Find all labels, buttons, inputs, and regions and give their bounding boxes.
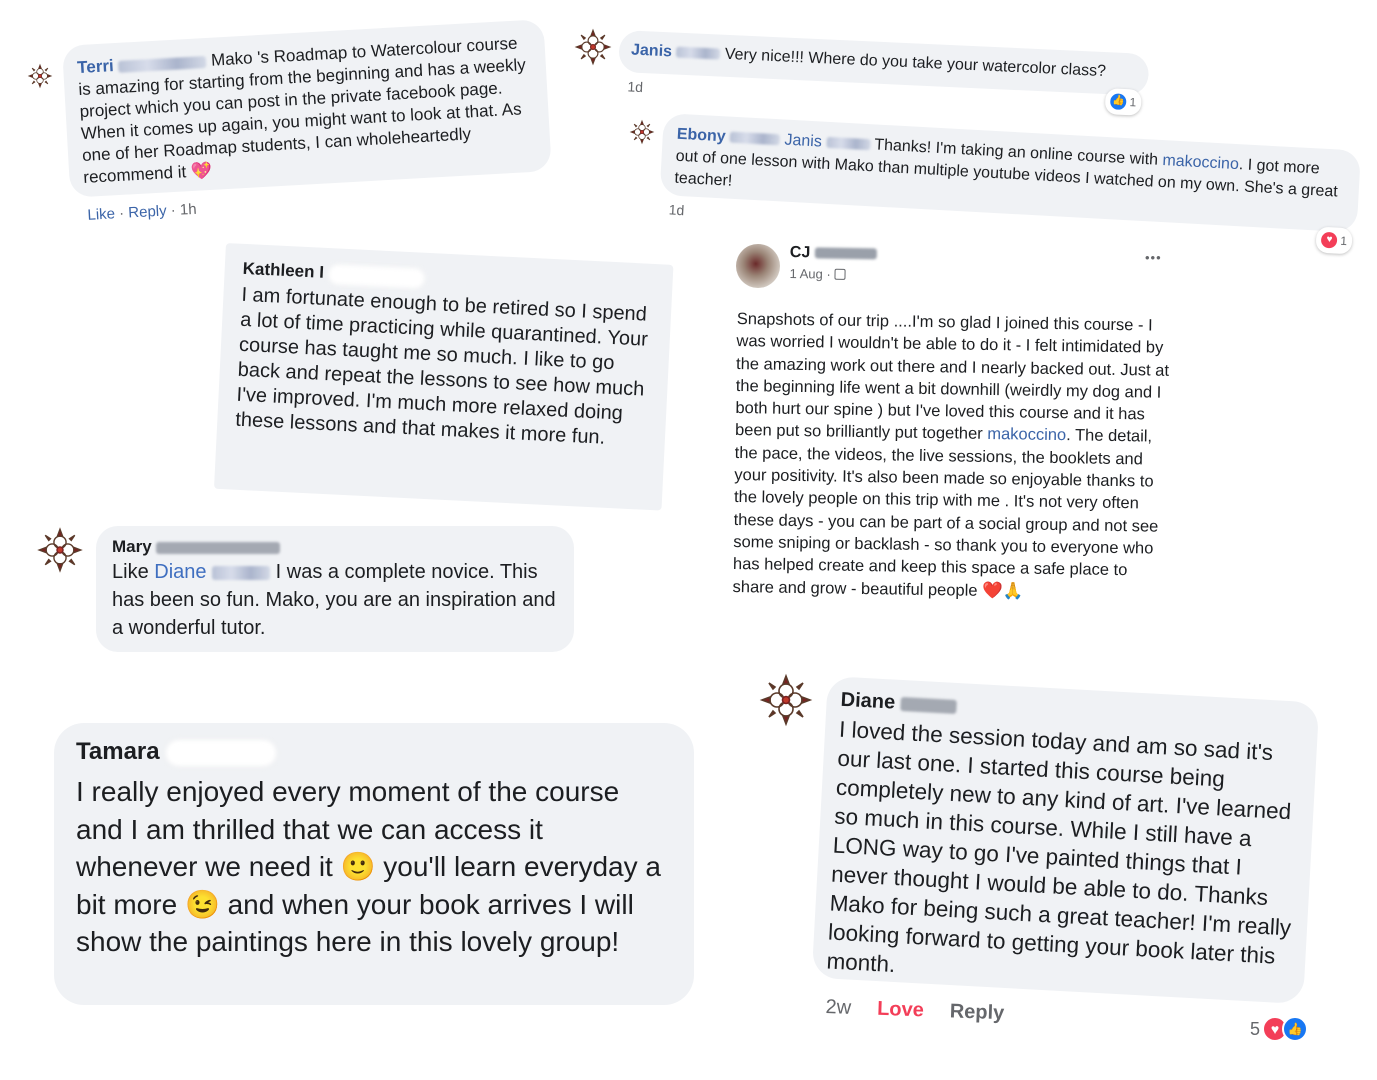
tagged-user[interactable]: Janis bbox=[784, 132, 822, 151]
comment-text: Very nice!!! Where do you take your wate… bbox=[724, 45, 1107, 81]
timestamp[interactable]: 2w bbox=[825, 996, 851, 1019]
comment-text: Mako 's Roadmap to Watercolour course is… bbox=[77, 33, 527, 187]
timestamp[interactable]: 1 Aug · bbox=[789, 266, 830, 282]
comment-text: I am fortunate enough to be retired so I… bbox=[234, 283, 649, 449]
timestamp[interactable]: 1h bbox=[179, 201, 197, 219]
post-text: Snapshots of our trip ....I'm so glad I … bbox=[734, 309, 1170, 444]
avatar-flower-icon[interactable] bbox=[756, 670, 816, 730]
blurred-surname bbox=[118, 55, 207, 73]
author-name[interactable]: Terri bbox=[77, 56, 115, 77]
heart-emoji-icon: 💖 bbox=[190, 160, 213, 181]
more-options-icon[interactable]: ••• bbox=[1145, 250, 1162, 265]
avatar-flower-icon[interactable] bbox=[26, 62, 54, 90]
comment-bubble: Mary Like Diane I was a complete novice.… bbox=[96, 526, 574, 652]
author-name[interactable]: Janis bbox=[631, 42, 673, 61]
wink-emoji-icon: 😉 bbox=[184, 888, 220, 920]
heart-pray-emoji-icon: ❤️🙏 bbox=[981, 581, 1024, 601]
blurred-surname bbox=[825, 137, 871, 151]
author-name[interactable]: Kathleen I bbox=[242, 259, 324, 282]
author-name[interactable]: Mary bbox=[112, 537, 152, 556]
blurred-surname bbox=[212, 565, 271, 580]
love-link[interactable]: Love bbox=[877, 998, 924, 1022]
reaction-badge[interactable]: ♥ 1 bbox=[1315, 226, 1353, 255]
comment-bubble: Kathleen I I am fortunate enough to be r… bbox=[213, 243, 674, 511]
heart-icon: ♥ bbox=[1320, 231, 1338, 249]
blurred-surname bbox=[814, 247, 877, 260]
blurred-surname bbox=[328, 263, 425, 289]
blurred-surname bbox=[729, 131, 781, 146]
reply-link[interactable]: Reply bbox=[949, 1000, 1004, 1024]
avatar-flower-icon[interactable] bbox=[34, 524, 86, 576]
blurred-surname bbox=[166, 739, 277, 766]
like-link[interactable]: Like bbox=[87, 205, 115, 224]
author-name[interactable]: Tamara bbox=[76, 738, 160, 765]
avatar[interactable] bbox=[736, 244, 780, 288]
reaction-badge[interactable]: 👍 1 bbox=[1104, 88, 1142, 116]
thumbs-up-icon: 👍 bbox=[1282, 1016, 1309, 1042]
tagged-user[interactable]: Diane bbox=[154, 561, 206, 583]
reply-link[interactable]: Reply bbox=[128, 202, 167, 221]
tagged-user-link[interactable]: makoccino bbox=[1162, 152, 1239, 173]
author-name[interactable]: Ebony bbox=[676, 126, 726, 146]
tagged-user-link[interactable]: makoccino bbox=[987, 425, 1066, 444]
blurred-surname bbox=[156, 541, 281, 554]
author-name[interactable]: CJ bbox=[790, 244, 811, 261]
thumbs-up-icon: 👍 bbox=[1110, 93, 1127, 111]
reaction-summary[interactable]: 5 ♥ 👍 bbox=[1250, 1016, 1309, 1042]
friends-icon bbox=[834, 268, 846, 280]
comment-bubble: Tamara I really enjoyed every moment of … bbox=[54, 723, 694, 1005]
author-name[interactable]: Diane bbox=[840, 689, 896, 714]
smile-emoji-icon: 🙂 bbox=[340, 851, 376, 882]
comment-bubble: Diane I loved the session today and am s… bbox=[811, 676, 1320, 1005]
comment-text: I loved the session today and am so sad … bbox=[825, 716, 1292, 978]
blurred-surname bbox=[900, 696, 957, 714]
avatar-flower-icon[interactable] bbox=[628, 118, 656, 146]
blurred-surname bbox=[676, 46, 721, 60]
avatar-flower-icon[interactable] bbox=[572, 26, 614, 68]
comment-bubble: Terri Mako 's Roadmap to Watercolour cou… bbox=[62, 19, 552, 198]
